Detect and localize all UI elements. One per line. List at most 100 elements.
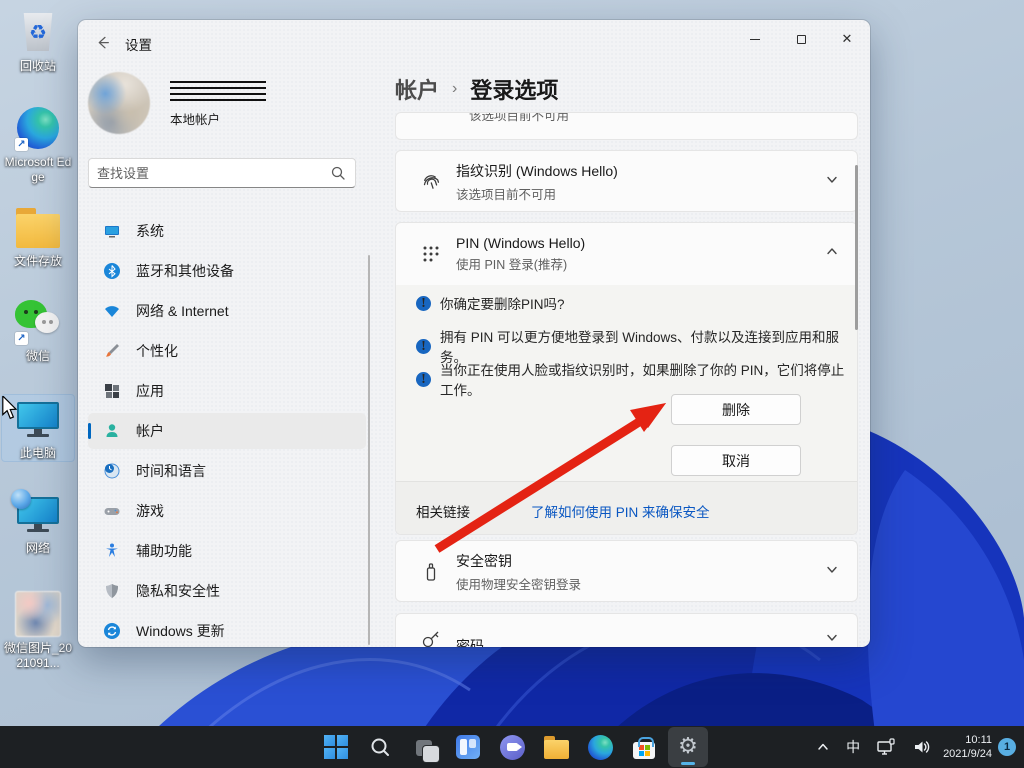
- row-face-recognition-clipped[interactable]: 该选项目前不可用: [395, 112, 858, 140]
- ime-indicator[interactable]: 中: [841, 730, 865, 764]
- sidebar-item-accounts[interactable]: 帐户: [88, 413, 366, 449]
- file-explorer-icon: [544, 740, 569, 759]
- settings-taskbar-button[interactable]: ⚙: [668, 727, 708, 767]
- row-title: 指纹识别 (Windows Hello): [456, 161, 618, 181]
- sidebar-item-label: Windows 更新: [136, 621, 225, 641]
- search-icon: [331, 166, 345, 180]
- sidebar-item-label: 帐户: [136, 421, 164, 441]
- row-subtitle: 该选项目前不可用: [456, 184, 618, 203]
- sidebar-item-apps[interactable]: 应用: [88, 373, 366, 409]
- desktop-icon-wechat[interactable]: ↗ 微信: [2, 298, 74, 364]
- sidebar-item-personalization[interactable]: 个性化: [88, 333, 366, 369]
- chevron-down-icon[interactable]: [825, 563, 839, 582]
- pin-pad-icon: [418, 241, 444, 267]
- row-title: 密码: [456, 636, 484, 647]
- taskbar: ⚙ 中 10:11 2021/9/24 1: [0, 726, 1024, 768]
- info-icon: !: [416, 296, 431, 311]
- tray-time: 10:11: [943, 733, 992, 747]
- sidebar-item-gaming[interactable]: 游戏: [88, 493, 366, 529]
- desktop: ♻ 回收站 ↗ Microsoft Edge 文件存放 ↗ 微信 此电脑 网络: [0, 0, 1024, 768]
- security-key-icon: [418, 559, 444, 585]
- back-button[interactable]: [92, 32, 114, 54]
- gear-icon: ⚙: [678, 736, 698, 758]
- sidebar-item-label: 辅助功能: [136, 541, 192, 561]
- desktop-icon-folder[interactable]: 文件存放: [2, 203, 74, 269]
- volume-button[interactable]: [907, 730, 937, 764]
- file-explorer-button[interactable]: [536, 727, 576, 767]
- avatar: [88, 72, 150, 134]
- sidebar-item-system[interactable]: 系统: [88, 213, 366, 249]
- sidebar-item-label: 隐私和安全性: [136, 581, 220, 601]
- desktop-icon-network[interactable]: 网络: [2, 490, 74, 556]
- wechat-icon: ↗: [14, 298, 62, 346]
- row-password[interactable]: 密码: [395, 613, 858, 647]
- desktop-icon-edge[interactable]: ↗ Microsoft Edge: [2, 104, 74, 185]
- chevron-up-icon[interactable]: [825, 245, 839, 264]
- row-subtitle: 该选项目前不可用: [469, 112, 569, 124]
- pin-header[interactable]: PIN (Windows Hello) 使用 PIN 登录(推荐): [396, 223, 857, 285]
- task-view-button[interactable]: [404, 727, 444, 767]
- desktop-icon-label: 网络: [26, 541, 50, 556]
- system-icon: [102, 221, 122, 241]
- sidebar-item-label: 网络 & Internet: [136, 301, 229, 321]
- sidebar-item-network[interactable]: 网络 & Internet: [88, 293, 366, 329]
- chevron-down-icon[interactable]: [825, 631, 839, 648]
- pin-security-link[interactable]: 了解如何使用 PIN 来确保安全: [531, 501, 710, 521]
- recycle-bin-icon: ♻: [14, 8, 62, 56]
- speaker-icon: [912, 737, 932, 757]
- search-input[interactable]: [89, 166, 331, 181]
- settings-window: 设置 ✕ 本地帐户 帐户 › 登录选项 系统: [78, 20, 870, 647]
- delete-button[interactable]: 删除: [671, 394, 801, 425]
- password-key-icon: [418, 626, 444, 647]
- row-subtitle: 使用 PIN 登录(推荐): [456, 254, 585, 273]
- signin-options-content: 该选项目前不可用 指纹识别 (Windows Hello) 该选项目前不可用: [395, 20, 858, 647]
- info-icon: !: [416, 372, 431, 387]
- desktop-icon-recycle-bin[interactable]: ♻ 回收站: [2, 8, 74, 74]
- sidebar-item-privacy-security[interactable]: 隐私和安全性: [88, 573, 366, 609]
- sidebar-item-label: 游戏: [136, 501, 164, 521]
- search-icon: [369, 736, 391, 758]
- content-scrollbar[interactable]: [855, 165, 858, 330]
- network-tray-button[interactable]: [871, 730, 901, 764]
- ethernet-icon: [876, 737, 896, 757]
- sidebar-item-label: 个性化: [136, 341, 178, 361]
- sidebar-nav: 系统 蓝牙和其他设备 网络 & Internet 个性化 应用 帐户: [88, 213, 366, 647]
- clock[interactable]: 10:11 2021/9/24: [943, 733, 992, 761]
- notification-badge[interactable]: 1: [998, 738, 1016, 756]
- sidebar-item-label: 蓝牙和其他设备: [136, 261, 234, 281]
- sidebar-item-accessibility[interactable]: 辅助功能: [88, 533, 366, 569]
- row-security-key[interactable]: 安全密钥 使用物理安全密钥登录: [395, 540, 858, 602]
- taskbar-search-button[interactable]: [360, 727, 400, 767]
- accessibility-icon: [102, 541, 122, 561]
- bluetooth-icon: [102, 261, 122, 281]
- chevron-up-icon: [816, 740, 830, 754]
- accounts-icon: [102, 421, 122, 441]
- row-fingerprint[interactable]: 指纹识别 (Windows Hello) 该选项目前不可用: [395, 150, 858, 212]
- start-button[interactable]: [316, 727, 356, 767]
- system-tray: 中 10:11 2021/9/24 1: [811, 726, 1016, 768]
- store-button[interactable]: [624, 727, 664, 767]
- account-chip[interactable]: 本地帐户: [88, 72, 368, 136]
- shortcut-arrow-icon: ↗: [15, 138, 28, 151]
- desktop-icon-label: 此电脑: [20, 446, 56, 461]
- chat-button[interactable]: [492, 727, 532, 767]
- widgets-icon: [456, 735, 480, 759]
- row-title: PIN (Windows Hello): [456, 235, 585, 251]
- folder-icon: [14, 203, 62, 251]
- wifi-icon: [102, 301, 122, 321]
- cancel-button[interactable]: 取消: [671, 445, 801, 476]
- sidebar-item-bluetooth-devices[interactable]: 蓝牙和其他设备: [88, 253, 366, 289]
- sidebar-scrollbar[interactable]: [368, 255, 370, 645]
- edge-button[interactable]: [580, 727, 620, 767]
- info-icon: !: [416, 339, 431, 354]
- windows-logo-icon: [324, 735, 348, 759]
- row-pin-expander: PIN (Windows Hello) 使用 PIN 登录(推荐) ! 你确定要…: [395, 222, 858, 535]
- chevron-down-icon[interactable]: [825, 173, 839, 192]
- desktop-icon-image-file[interactable]: 微信图片_2021091...: [2, 590, 74, 671]
- fingerprint-icon: [418, 169, 444, 195]
- sidebar-item-windows-update[interactable]: Windows 更新: [88, 613, 366, 647]
- warning-message: ! 当你正在使用人脸或指纹识别时，如果删除了你的 PIN，它们将停止工作。: [416, 359, 857, 399]
- sidebar-item-time-language[interactable]: 时间和语言: [88, 453, 366, 489]
- hidden-icons-button[interactable]: [811, 730, 835, 764]
- widgets-button[interactable]: [448, 727, 488, 767]
